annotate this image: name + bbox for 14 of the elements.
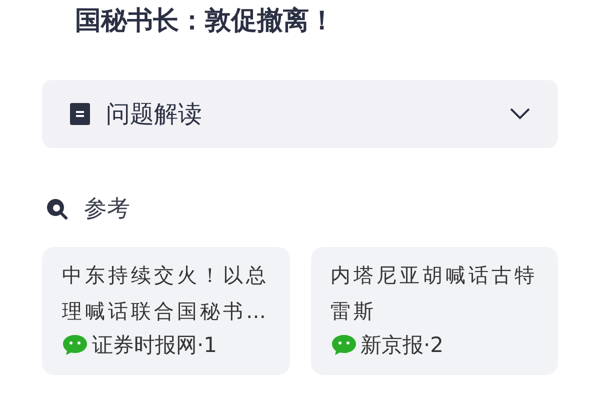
reference-title: 中东持续交火！以总理喊话联合国秘书… <box>62 262 270 324</box>
chat-bubble-icon <box>330 334 356 356</box>
section-heading: 参考 <box>84 195 130 224</box>
reference-card[interactable]: 中东持续交火！以总理喊话联合国秘书… 证券时报网·1 <box>42 246 290 374</box>
reference-title: 内塔尼亚胡喊话古特雷斯 <box>330 262 538 324</box>
article-title: 国秘书长：敦促撤离！ <box>74 5 336 38</box>
accordion-header[interactable]: 问题解读 <box>42 80 558 148</box>
chat-bubble-icon <box>62 334 88 356</box>
source-label: 新京报·2 <box>360 332 444 358</box>
reference-card[interactable]: 内塔尼亚胡喊话古特雷斯 新京报·2 <box>310 246 558 374</box>
search-icon <box>46 198 68 220</box>
chevron-icon <box>510 108 530 120</box>
source-label: 证券时报网·1 <box>92 332 218 358</box>
document-icon <box>70 103 90 125</box>
